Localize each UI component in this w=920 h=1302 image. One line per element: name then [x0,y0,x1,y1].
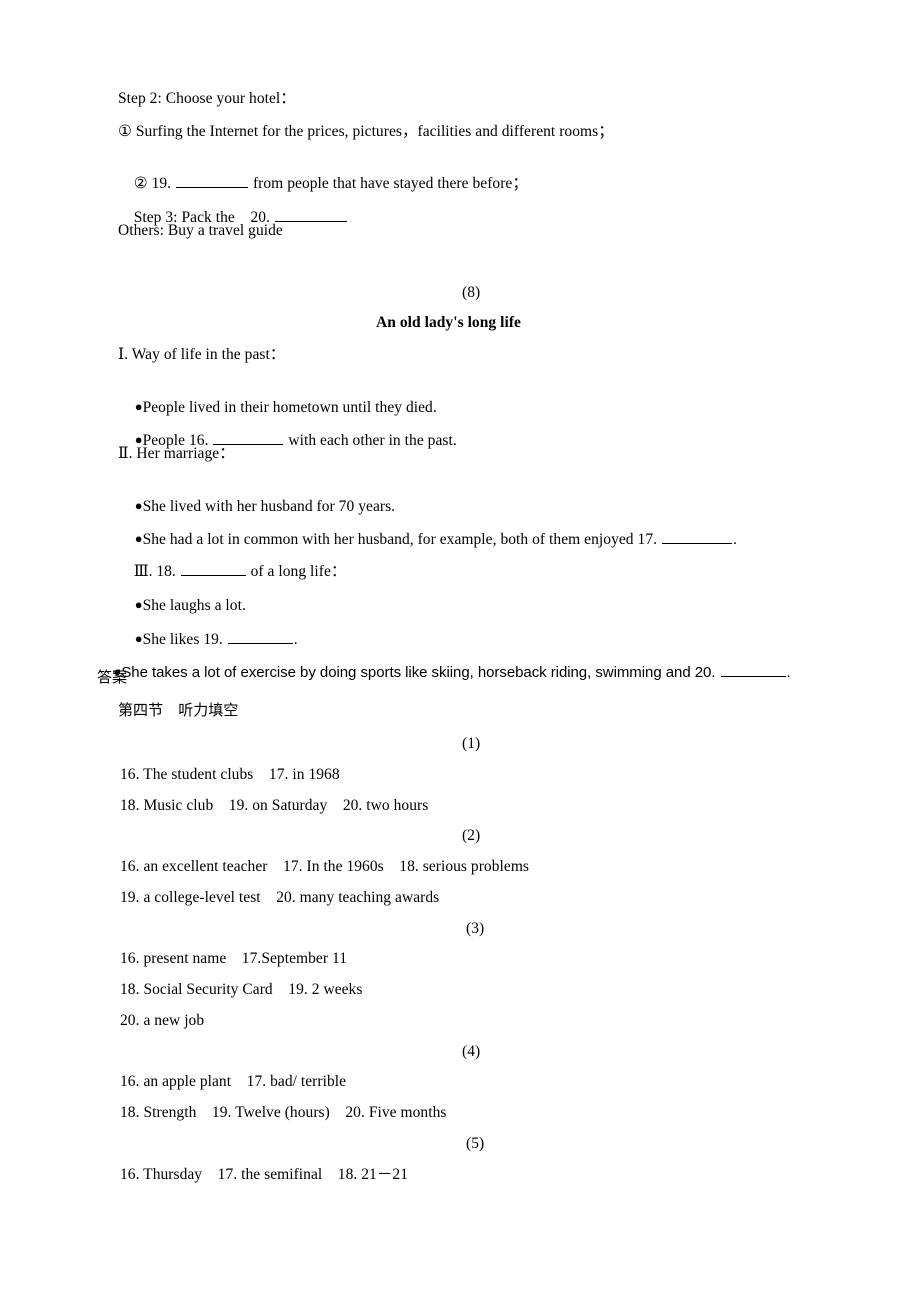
answer-line: 16. present name 17.September 11 [120,950,348,967]
blank-18-secret [180,562,246,576]
blank-20-pack [274,208,347,222]
answers-heading: 答案 [97,668,128,686]
answer-line: 19. a college-level test 20. many teachi… [120,889,440,906]
answer-line: 18. Social Security Card 19. 2 weeks [120,981,363,998]
others-line: Others: Buy a travel guide [118,222,283,239]
part-3-bullet-3-before: She takes a lot of exercise by doing spo… [121,664,720,681]
answer-line: 16. an excellent teacher 17. In the 1960… [120,858,530,875]
answer-line: 16. The student clubs 17. in 1968 [120,766,340,783]
section-8-number: (8) [462,284,481,301]
document-page: Step 2: Choose your hotel： ① Surfing the… [0,0,920,1302]
answer-group-number-4: (4) [462,1043,481,1060]
blank-16-communicated [213,431,284,445]
part-3-bullet-3: ●She takes a lot of exercise by doing sp… [97,643,791,701]
blank-19-reviews [176,174,249,188]
answers-subheading: 第四节 听力填空 [118,701,239,719]
blank-17-hobby [661,530,732,544]
step-2-line: Step 2: Choose your hotel： [118,90,296,107]
hotel-item-1-line: ① Surfing the Internet for the prices, p… [118,123,614,140]
part-3-bullet-3-after: . [786,664,791,681]
part-2-heading: Ⅱ. Her marriage： [118,445,235,462]
answer-line: 20. a new job [120,1012,205,1029]
answer-line: 16. Thursday 17. the semifinal 18. 21－21 [120,1166,409,1183]
answer-line: 18. Music club 19. on Saturday 20. two h… [120,797,429,814]
answer-group-number-2: (2) [462,827,481,844]
answer-group-number-3: (3) [466,920,485,937]
answer-group-number-1: (1) [462,735,481,752]
blank-19-likes [227,630,293,644]
part-1-heading: Ⅰ. Way of life in the past： [118,346,286,363]
blank-20-sport [720,664,786,677]
part-3-heading-after: of a long life： [246,563,347,580]
section-8-title: An old lady's long life [376,314,521,331]
answer-line: 16. an apple plant 17. bad/ terrible [120,1073,347,1090]
part-1-bullet-2-after: with each other in the past. [284,432,457,449]
answer-line: 18. Strength 19. Twelve (hours) 20. Five… [120,1104,447,1121]
part-2-bullet-2-after: . [732,531,737,548]
answer-group-number-5: (5) [466,1135,485,1152]
